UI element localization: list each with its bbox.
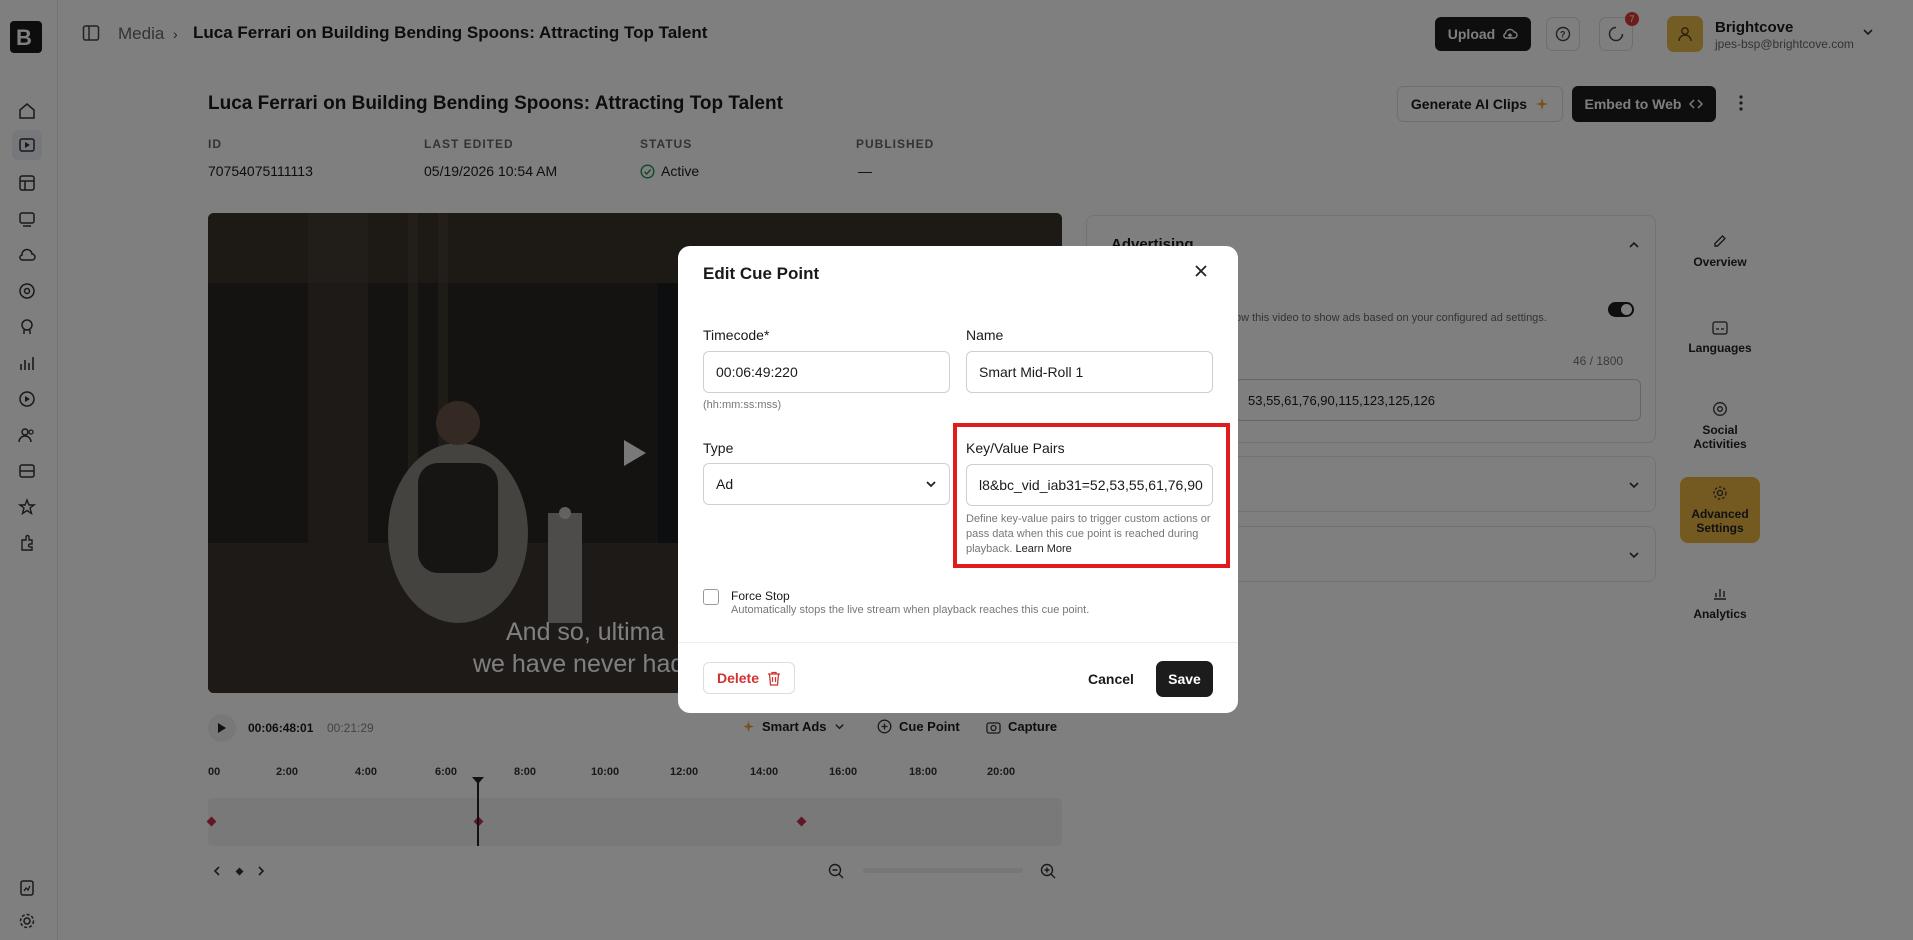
type-select[interactable]: Ad — [703, 463, 950, 505]
timecode-label: Timecode* — [703, 327, 770, 343]
delete-label: Delete — [716, 670, 760, 686]
timecode-hint: (hh:mm:ss:mss) — [703, 399, 782, 411]
force-stop-label: Force Stop — [731, 589, 790, 603]
timecode-value: 00:06:49:220 — [716, 364, 798, 380]
type-label: Type — [703, 440, 734, 456]
force-stop-checkbox[interactable] — [703, 589, 719, 605]
name-value: Smart Mid-Roll 1 — [979, 364, 1084, 380]
timecode-input[interactable]: 00:06:49:220 — [703, 351, 950, 393]
type-value: Ad — [716, 476, 734, 492]
chevron-down-icon — [926, 481, 936, 488]
cancel-button[interactable]: Cancel — [1080, 662, 1142, 696]
dialog-divider — [678, 642, 1238, 643]
highlight-box — [953, 423, 1230, 568]
trash-icon — [768, 671, 781, 686]
delete-button[interactable]: Delete — [703, 662, 795, 694]
name-label: Name — [966, 327, 1004, 343]
name-input[interactable]: Smart Mid-Roll 1 — [966, 351, 1213, 393]
force-stop-hint: Automatically stops the live stream when… — [731, 604, 1090, 616]
save-button[interactable]: Save — [1156, 661, 1213, 697]
dialog-title: Edit Cue Point — [703, 264, 820, 283]
close-icon[interactable] — [1194, 264, 1208, 278]
